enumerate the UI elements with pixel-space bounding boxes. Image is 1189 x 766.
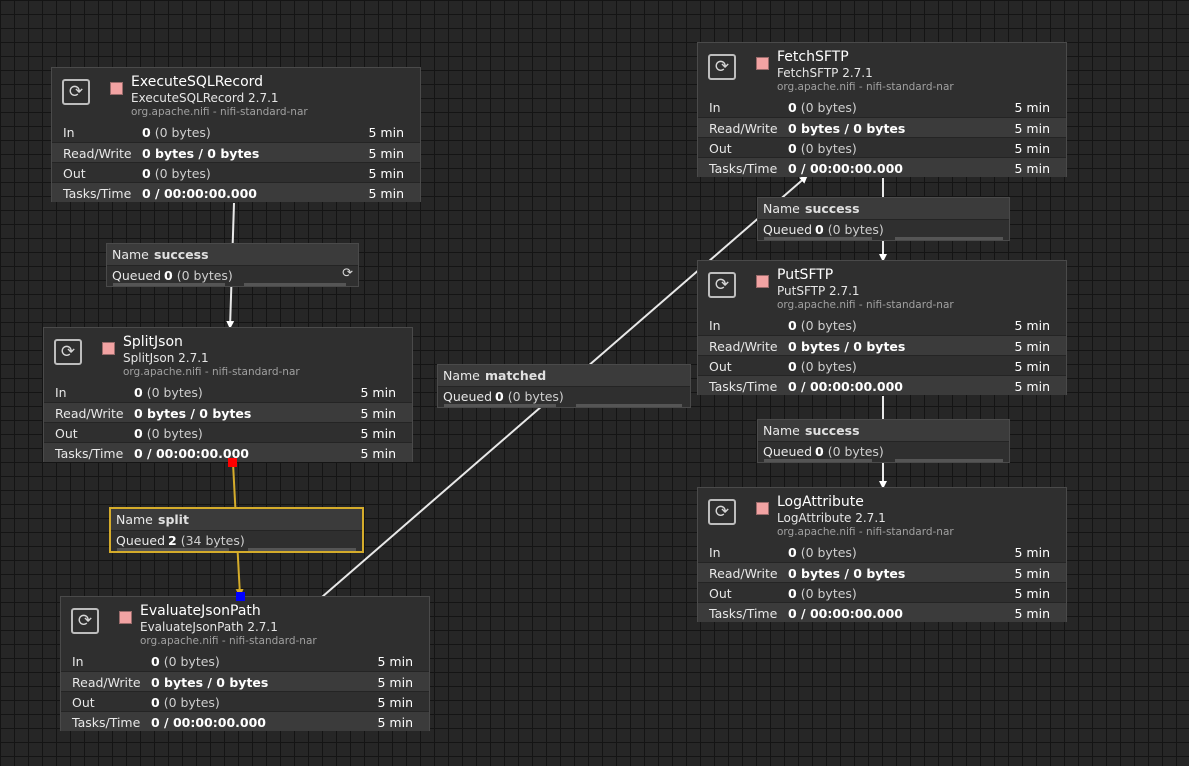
processor-name: PutSFTP bbox=[777, 267, 834, 283]
stat-read-write: Read/Write 0 bytes / 0 bytes 5 min bbox=[61, 671, 429, 691]
processor-bundle: org.apache.nifi - nifi-standard-nar bbox=[140, 635, 317, 647]
connection-label-matched[interactable]: Name matched Queued 0 (0 bytes) bbox=[437, 364, 691, 408]
stat-out: Out 0 (0 bytes) 5 min bbox=[698, 355, 1066, 375]
queued-value: 0 (0 bytes) bbox=[164, 268, 233, 283]
processor-icon: ⟳ bbox=[708, 272, 736, 298]
processor-version: ExecuteSQLRecord 2.7.1 bbox=[131, 91, 279, 105]
stat-read-write: Read/Write 0 bytes / 0 bytes 5 min bbox=[698, 117, 1066, 137]
processor-bundle: org.apache.nifi - nifi-standard-nar bbox=[777, 299, 954, 311]
stopped-status-icon bbox=[756, 502, 769, 515]
connection-source-handle[interactable] bbox=[228, 458, 237, 467]
stopped-status-icon bbox=[110, 82, 123, 95]
stat-out: Out 0 (0 bytes) 5 min bbox=[52, 162, 420, 182]
stopped-status-icon bbox=[756, 57, 769, 70]
stat-in: In 0 (0 bytes) 5 min bbox=[63, 125, 404, 140]
processor-name: EvaluateJsonPath bbox=[140, 603, 261, 619]
connection-name: split bbox=[158, 512, 189, 527]
stat-out: Out 0 (0 bytes) 5 min bbox=[698, 137, 1066, 157]
processor-name: ExecuteSQLRecord bbox=[131, 74, 264, 90]
queue-size-bar bbox=[248, 548, 356, 551]
processor-version: LogAttribute 2.7.1 bbox=[777, 511, 886, 525]
stat-out: Out 0 (0 bytes) 5 min bbox=[44, 422, 412, 442]
queue-size-bar bbox=[895, 237, 1003, 240]
processor-stats: In 0 (0 bytes) 5 min Read/Write 0 bytes … bbox=[698, 97, 1066, 177]
connection-label-split[interactable]: Name split Queued 2 (34 bytes) bbox=[109, 507, 364, 553]
connection-label-fetch-success[interactable]: Name success Queued 0 (0 bytes) bbox=[757, 197, 1010, 241]
processor-bundle: org.apache.nifi - nifi-standard-nar bbox=[777, 526, 954, 538]
stat-read-write: Read/Write 0 bytes / 0 bytes 5 min bbox=[698, 562, 1066, 582]
stat-in: In 0 (0 bytes) 5 min bbox=[55, 385, 396, 400]
stat-read-write: Read/Write 0 bytes / 0 bytes 5 min bbox=[52, 142, 420, 162]
stat-tasks-time: Tasks/Time 0 / 00:00:00.000 5 min bbox=[61, 711, 429, 731]
stat-read-write: Read/Write 0 bytes / 0 bytes 5 min bbox=[44, 402, 412, 422]
processor-icon: ⟳ bbox=[71, 608, 99, 634]
processor-icon: ⟳ bbox=[62, 79, 90, 105]
queue-count-bar bbox=[764, 237, 872, 240]
stat-read-write: Read/Write 0 bytes / 0 bytes 5 min bbox=[698, 335, 1066, 355]
processor-icon: ⟳ bbox=[54, 339, 82, 365]
processor-name: SplitJson bbox=[123, 334, 183, 350]
connection-name: success bbox=[805, 423, 860, 438]
connection-target-handle[interactable] bbox=[236, 592, 245, 601]
connection-name: matched bbox=[485, 368, 547, 383]
processor-version: PutSFTP 2.7.1 bbox=[777, 284, 860, 298]
stat-tasks-time: Tasks/Time 0 / 00:00:00.000 5 min bbox=[698, 602, 1066, 622]
stat-in: In 0 (0 bytes) 5 min bbox=[709, 545, 1050, 560]
processor-stats: In 0 (0 bytes) 5 min Read/Write 0 bytes … bbox=[44, 382, 412, 462]
processor-bundle: org.apache.nifi - nifi-standard-nar bbox=[777, 81, 954, 93]
queue-size-bar bbox=[576, 404, 682, 407]
processor-name: FetchSFTP bbox=[777, 49, 849, 65]
queue-count-bar bbox=[113, 283, 225, 286]
stat-tasks-time: Tasks/Time 0 / 00:00:00.000 5 min bbox=[698, 375, 1066, 395]
flow-canvas[interactable]: ⟳ ExecuteSQLRecord ExecuteSQLRecord 2.7.… bbox=[0, 0, 1189, 766]
queue-count-bar bbox=[117, 548, 229, 551]
stopped-status-icon bbox=[119, 611, 132, 624]
queued-value: 0 (0 bytes) bbox=[495, 389, 564, 404]
queued-value: 2 (34 bytes) bbox=[168, 533, 245, 548]
queue-count-bar bbox=[764, 459, 872, 462]
connection-label-sql-success[interactable]: Name success Queued 0 (0 bytes) ⟳ bbox=[106, 243, 359, 287]
stat-out: Out 0 (0 bytes) 5 min bbox=[698, 582, 1066, 602]
processor-stats: In 0 (0 bytes) 5 min Read/Write 0 bytes … bbox=[61, 651, 429, 731]
processor-version: SplitJson 2.7.1 bbox=[123, 351, 209, 365]
stat-tasks-time: Tasks/Time 0 / 00:00:00.000 5 min bbox=[698, 157, 1066, 177]
processor-logattribute[interactable]: ⟳ LogAttribute LogAttribute 2.7.1 org.ap… bbox=[697, 487, 1067, 622]
processor-bundle: org.apache.nifi - nifi-standard-nar bbox=[123, 366, 300, 378]
stat-in: In 0 (0 bytes) 5 min bbox=[709, 318, 1050, 333]
processor-stats: In 0 (0 bytes) 5 min Read/Write 0 bytes … bbox=[52, 122, 420, 202]
stopped-status-icon bbox=[102, 342, 115, 355]
processor-icon: ⟳ bbox=[708, 499, 736, 525]
processor-name: LogAttribute bbox=[777, 494, 864, 510]
processor-fetchsftp[interactable]: ⟳ FetchSFTP FetchSFTP 2.7.1 org.apache.n… bbox=[697, 42, 1067, 177]
processor-stats: In 0 (0 bytes) 5 min Read/Write 0 bytes … bbox=[698, 542, 1066, 622]
processor-version: FetchSFTP 2.7.1 bbox=[777, 66, 873, 80]
processor-executesqlrecord[interactable]: ⟳ ExecuteSQLRecord ExecuteSQLRecord 2.7.… bbox=[51, 67, 421, 202]
processor-stats: In 0 (0 bytes) 5 min Read/Write 0 bytes … bbox=[698, 315, 1066, 395]
stat-out: Out 0 (0 bytes) 5 min bbox=[61, 691, 429, 711]
stat-in: In 0 (0 bytes) 5 min bbox=[72, 654, 413, 669]
queue-count-bar bbox=[444, 404, 556, 407]
stat-in: In 0 (0 bytes) 5 min bbox=[709, 100, 1050, 115]
stat-tasks-time: Tasks/Time 0 / 00:00:00.000 5 min bbox=[52, 182, 420, 202]
processor-splitjson[interactable]: ⟳ SplitJson SplitJson 2.7.1 org.apache.n… bbox=[43, 327, 413, 462]
connection-label-put-success[interactable]: Name success Queued 0 (0 bytes) bbox=[757, 419, 1010, 463]
processor-evaluatejsonpath[interactable]: ⟳ EvaluateJsonPath EvaluateJsonPath 2.7.… bbox=[60, 596, 430, 731]
queued-value: 0 (0 bytes) bbox=[815, 222, 884, 237]
refresh-icon: ⟳ bbox=[342, 266, 353, 281]
processor-bundle: org.apache.nifi - nifi-standard-nar bbox=[131, 106, 308, 118]
connection-name: success bbox=[154, 247, 209, 262]
processor-version: EvaluateJsonPath 2.7.1 bbox=[140, 620, 278, 634]
processor-icon: ⟳ bbox=[708, 54, 736, 80]
stopped-status-icon bbox=[756, 275, 769, 288]
queue-size-bar bbox=[244, 283, 346, 286]
queue-size-bar bbox=[895, 459, 1003, 462]
processor-putsftp[interactable]: ⟳ PutSFTP PutSFTP 2.7.1 org.apache.nifi … bbox=[697, 260, 1067, 395]
connection-name: success bbox=[805, 201, 860, 216]
queued-value: 0 (0 bytes) bbox=[815, 444, 884, 459]
